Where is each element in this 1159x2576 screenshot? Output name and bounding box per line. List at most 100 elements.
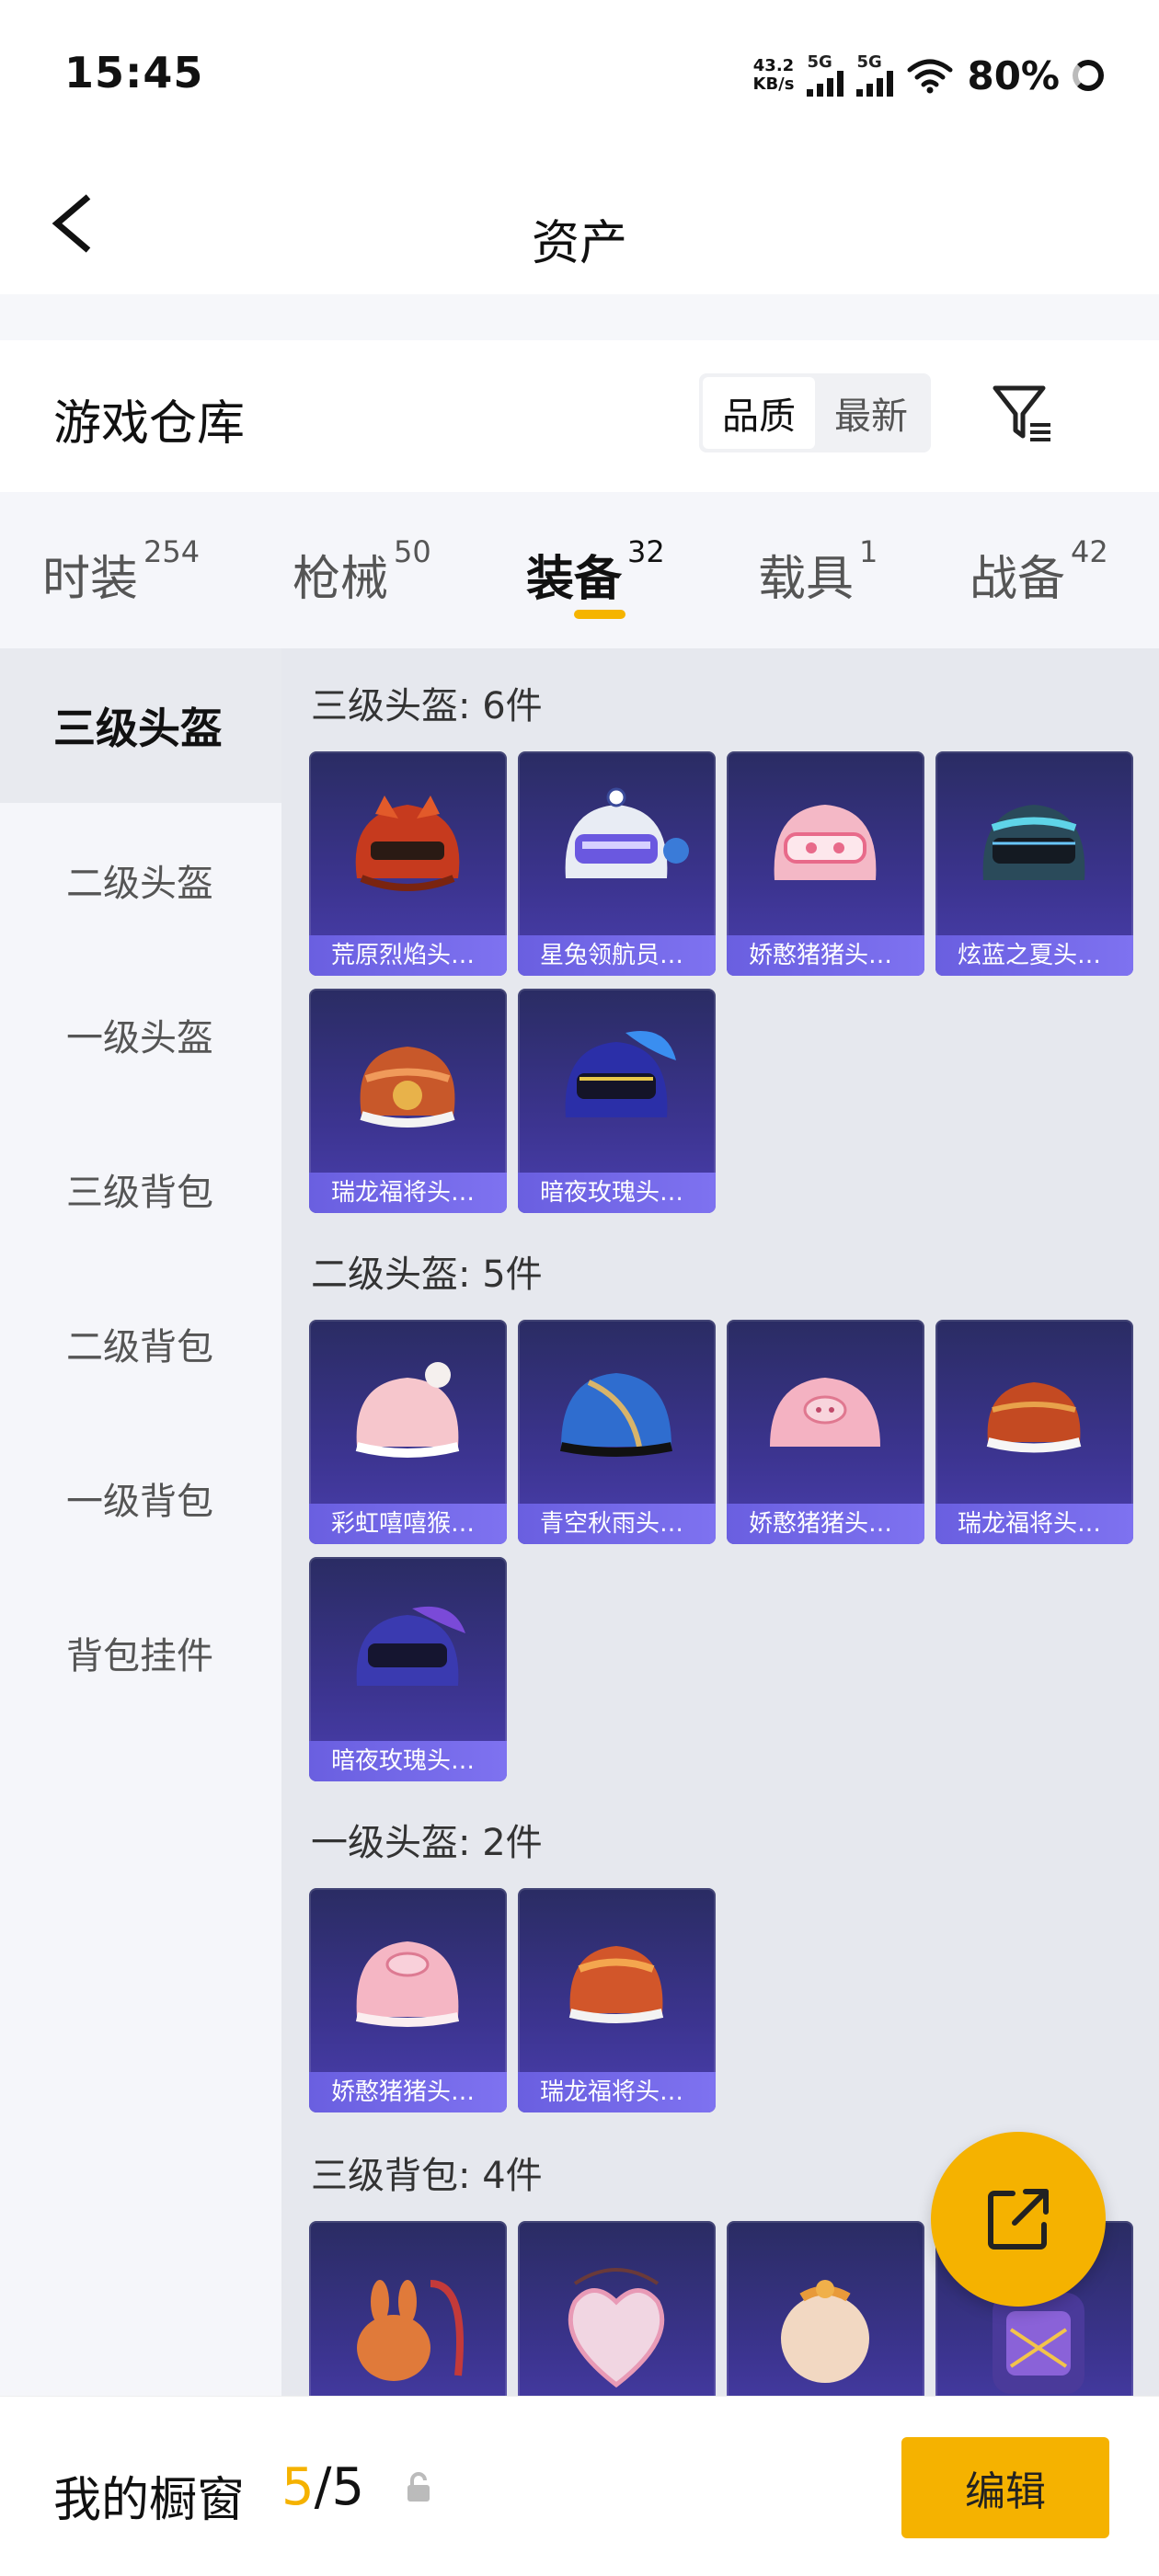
warehouse-header: 游戏仓库 品质 最新 xyxy=(0,340,1159,492)
item-card[interactable]: 星兔领航员… xyxy=(518,751,716,976)
item-name: 荒原烈焰头… xyxy=(309,935,507,976)
warehouse-title: 游戏仓库 xyxy=(53,396,246,452)
tab-label: 战备 xyxy=(970,552,1066,607)
showcase-count: 5/5 xyxy=(281,2457,364,2517)
helmet-icon xyxy=(355,1362,460,1458)
wifi-icon xyxy=(907,59,953,94)
helmet-icon xyxy=(982,805,1085,880)
showcase-bar: 我的橱窗 5/5 编辑 xyxy=(0,2396,1159,2576)
helmet-icon xyxy=(355,1941,460,2027)
title-bar: 资产 xyxy=(0,147,1159,294)
item-card[interactable]: 娇憨猪猪头… xyxy=(727,751,924,976)
tab-label: 枪械 xyxy=(293,552,389,607)
sidebar-item-lv1-backpack[interactable]: 一级背包 xyxy=(0,1421,281,1575)
item-name: 瑞龙福将头… xyxy=(935,1504,1133,1544)
network-speed: 43.2 KB/s xyxy=(753,57,795,94)
tab-label: 装备 xyxy=(526,552,623,607)
sidebar-item-backpack-pendant[interactable]: 背包挂件 xyxy=(0,1575,281,1730)
item-name: 娇憨猪猪头… xyxy=(727,935,924,976)
battery-ring-icon xyxy=(1073,60,1104,91)
lock-icon xyxy=(407,2472,430,2502)
item-name: 星兔领航员… xyxy=(518,935,716,976)
sort-newest-button[interactable]: 最新 xyxy=(815,377,927,449)
section-title: 二级头盔: 5件 xyxy=(311,1254,543,1296)
item-name: 暗夜玫瑰头… xyxy=(309,1741,507,1781)
sidebar-item-lv1-helmet[interactable]: 一级头盔 xyxy=(0,957,281,1112)
sort-quality-button[interactable]: 品质 xyxy=(703,377,815,449)
share-icon xyxy=(988,2189,1049,2250)
tab-label: 时装 xyxy=(42,552,139,607)
tab-count: 42 xyxy=(1071,534,1108,569)
item-card[interactable]: 暗夜玫瑰头… xyxy=(309,1557,507,1781)
helmet-icon xyxy=(770,1378,880,1447)
tab-equipment[interactable]: 装备 32 xyxy=(526,534,665,609)
sidebar-item-lv2-backpack[interactable]: 二级背包 xyxy=(0,1266,281,1421)
item-card[interactable]: 青空秋雨头… xyxy=(518,1320,716,1544)
active-tab-indicator xyxy=(574,610,625,619)
sidebar-item-lv3-backpack[interactable]: 三级背包 xyxy=(0,1112,281,1266)
item-card[interactable]: 瑞龙福将头… xyxy=(935,1320,1133,1544)
backpack-icon xyxy=(781,2280,869,2383)
helmet-icon xyxy=(565,787,689,878)
status-indicators: 43.2 KB/s 5G 5G 80% xyxy=(753,48,1104,103)
tab-vehicles[interactable]: 载具 1 xyxy=(758,534,878,609)
item-card[interactable]: 娇憨猪猪头… xyxy=(727,1320,924,1544)
sidebar-item-lv2-helmet[interactable]: 二级头盔 xyxy=(0,803,281,957)
showcase-title: 我的橱窗 xyxy=(53,2473,246,2528)
item-card[interactable] xyxy=(727,2221,924,2396)
backpack-icon xyxy=(357,2280,464,2381)
item-card[interactable]: 瑞龙福将头… xyxy=(518,1888,716,2112)
item-name: 彩虹嘻嘻猴… xyxy=(309,1504,507,1544)
speed-unit: KB/s xyxy=(752,74,795,94)
filter-icon[interactable] xyxy=(990,381,1056,447)
sidebar-item-lv3-helmet[interactable]: 三级头盔 xyxy=(0,648,281,803)
item-card[interactable]: 彩虹嘻嘻猴… xyxy=(309,1320,507,1544)
item-card[interactable]: 炫蓝之夏头… xyxy=(935,751,1133,976)
item-card[interactable]: 娇憨猪猪头… xyxy=(309,1888,507,2112)
item-name: 暗夜玫瑰头… xyxy=(518,1173,716,1213)
item-card[interactable]: 瑞龙福将头… xyxy=(309,989,507,1213)
helmet-icon xyxy=(568,1946,664,2023)
signal-1-icon: 5G xyxy=(807,52,844,97)
helmet-icon xyxy=(986,1382,1082,1453)
item-name: 青空秋雨头… xyxy=(518,1504,716,1544)
tab-weapons[interactable]: 枪械 50 xyxy=(293,534,431,609)
page-title: 资产 xyxy=(531,216,627,271)
helmet-icon xyxy=(360,1047,455,1128)
network-type-1: 5G xyxy=(807,52,832,72)
tab-count: 32 xyxy=(627,534,665,569)
item-name: 瑞龙福将头… xyxy=(518,2072,716,2112)
tab-fashion[interactable]: 时装 254 xyxy=(42,534,200,609)
battery-level: 80% xyxy=(967,52,1060,98)
tab-supplies[interactable]: 战备 42 xyxy=(970,534,1108,609)
section-title: 一级头盔: 2件 xyxy=(311,1822,543,1864)
helmet-icon xyxy=(565,1031,676,1117)
section-title: 三级头盔: 6件 xyxy=(311,685,543,727)
edit-button[interactable]: 编辑 xyxy=(901,2437,1109,2538)
status-bar: 15:45 43.2 KB/s 5G 5G 80% xyxy=(0,0,1159,147)
item-card[interactable] xyxy=(518,2221,716,2396)
category-tabs: 时装 254 枪械 50 装备 32 载具 1 战备 42 xyxy=(0,492,1159,648)
showcase-count-current: 5 xyxy=(281,2457,315,2517)
backpack-icon xyxy=(568,2268,665,2388)
tab-count: 50 xyxy=(394,534,431,569)
item-card[interactable]: 暗夜玫瑰头… xyxy=(518,989,716,1213)
helmet-icon xyxy=(560,1373,672,1457)
section-title: 三级背包: 4件 xyxy=(311,2155,543,2197)
item-name: 炫蓝之夏头… xyxy=(935,935,1133,976)
signal-2-icon: 5G xyxy=(856,52,894,97)
item-card[interactable] xyxy=(309,2221,507,2396)
network-type-2: 5G xyxy=(856,52,882,72)
subcategory-sidebar: 三级头盔 二级头盔 一级头盔 三级背包 二级背包 一级背包 背包挂件 xyxy=(0,648,281,2396)
helmet-icon xyxy=(356,1606,465,1686)
tab-count: 1 xyxy=(859,534,878,569)
item-card[interactable]: 荒原烈焰头… xyxy=(309,751,507,976)
share-button[interactable] xyxy=(931,2132,1106,2307)
tab-label: 载具 xyxy=(758,552,855,607)
item-name: 娇憨猪猪头… xyxy=(309,2072,507,2112)
helmet-icon xyxy=(355,796,460,891)
speed-value: 43.2 xyxy=(752,56,795,75)
item-name: 瑞龙福将头… xyxy=(309,1173,507,1213)
helmet-icon xyxy=(774,805,877,880)
item-name: 娇憨猪猪头… xyxy=(727,1504,924,1544)
